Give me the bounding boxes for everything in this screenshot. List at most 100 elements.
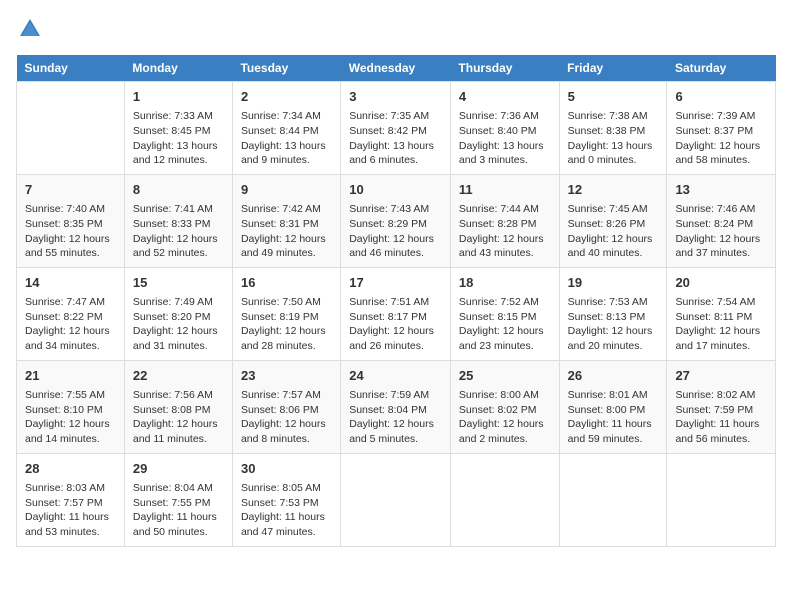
header-monday: Monday <box>124 55 232 82</box>
day-number: 5 <box>568 88 659 106</box>
cell-content: Sunrise: 7:47 AMSunset: 8:22 PMDaylight:… <box>25 295 116 354</box>
day-number: 14 <box>25 274 116 292</box>
cell-content: Sunrise: 7:41 AMSunset: 8:33 PMDaylight:… <box>133 202 224 261</box>
calendar-cell: 5 Sunrise: 7:38 AMSunset: 8:38 PMDaylight… <box>559 82 667 175</box>
cell-content: Sunrise: 8:00 AMSunset: 8:02 PMDaylight:… <box>459 388 551 447</box>
cell-content: Sunrise: 8:05 AMSunset: 7:53 PMDaylight:… <box>241 481 332 540</box>
day-number: 20 <box>675 274 767 292</box>
day-number: 9 <box>241 181 332 199</box>
cell-content: Sunrise: 8:01 AMSunset: 8:00 PMDaylight:… <box>568 388 659 447</box>
calendar-cell: 24 Sunrise: 7:59 AMSunset: 8:04 PMDayligh… <box>341 360 451 453</box>
day-number: 3 <box>349 88 442 106</box>
calendar-cell: 7 Sunrise: 7:40 AMSunset: 8:35 PMDaylight… <box>17 174 125 267</box>
week-row-0: 1 Sunrise: 7:33 AMSunset: 8:45 PMDaylight… <box>17 82 776 175</box>
day-number: 10 <box>349 181 442 199</box>
day-number: 16 <box>241 274 332 292</box>
calendar-cell <box>450 453 559 546</box>
cell-content: Sunrise: 7:40 AMSunset: 8:35 PMDaylight:… <box>25 202 116 261</box>
cell-content: Sunrise: 7:57 AMSunset: 8:06 PMDaylight:… <box>241 388 332 447</box>
calendar-cell: 29Sunrise: 8:04 AMSunset: 7:55 PMDayligh… <box>124 453 232 546</box>
day-number: 30 <box>241 460 332 478</box>
calendar-cell: 26Sunrise: 8:01 AMSunset: 8:00 PMDayligh… <box>559 360 667 453</box>
header-wednesday: Wednesday <box>341 55 451 82</box>
logo-icon <box>18 16 42 40</box>
calendar-cell: 16 Sunrise: 7:50 AMSunset: 8:19 PMDayligh… <box>232 267 340 360</box>
day-number: 17 <box>349 274 442 292</box>
cell-content: Sunrise: 7:50 AMSunset: 8:19 PMDaylight:… <box>241 295 332 354</box>
cell-content: Sunrise: 7:46 AMSunset: 8:24 PMDaylight:… <box>675 202 767 261</box>
cell-content: Sunrise: 7:36 AMSunset: 8:40 PMDaylight:… <box>459 109 551 168</box>
cell-content: Sunrise: 7:45 AMSunset: 8:26 PMDaylight:… <box>568 202 659 261</box>
calendar-cell: 21 Sunrise: 7:55 AMSunset: 8:10 PMDayligh… <box>17 360 125 453</box>
calendar-cell: 25 Sunrise: 8:00 AMSunset: 8:02 PMDayligh… <box>450 360 559 453</box>
calendar-cell: 6 Sunrise: 7:39 AMSunset: 8:37 PMDaylight… <box>667 82 776 175</box>
calendar-cell: 20 Sunrise: 7:54 AMSunset: 8:11 PMDayligh… <box>667 267 776 360</box>
calendar-cell: 3 Sunrise: 7:35 AMSunset: 8:42 PMDaylight… <box>341 82 451 175</box>
cell-content: Sunrise: 7:55 AMSunset: 8:10 PMDaylight:… <box>25 388 116 447</box>
day-number: 23 <box>241 367 332 385</box>
cell-content: Sunrise: 8:03 AMSunset: 7:57 PMDaylight:… <box>25 481 116 540</box>
cell-content: Sunrise: 7:33 AMSunset: 8:45 PMDaylight:… <box>133 109 224 168</box>
day-number: 25 <box>459 367 551 385</box>
calendar-cell: 15 Sunrise: 7:49 AMSunset: 8:20 PMDayligh… <box>124 267 232 360</box>
calendar-cell: 19 Sunrise: 7:53 AMSunset: 8:13 PMDayligh… <box>559 267 667 360</box>
calendar-cell: 14 Sunrise: 7:47 AMSunset: 8:22 PMDayligh… <box>17 267 125 360</box>
cell-content: Sunrise: 7:42 AMSunset: 8:31 PMDaylight:… <box>241 202 332 261</box>
calendar-cell: 13Sunrise: 7:46 AMSunset: 8:24 PMDayligh… <box>667 174 776 267</box>
calendar-cell: 8 Sunrise: 7:41 AMSunset: 8:33 PMDaylight… <box>124 174 232 267</box>
cell-content: Sunrise: 7:44 AMSunset: 8:28 PMDaylight:… <box>459 202 551 261</box>
cell-content: Sunrise: 7:49 AMSunset: 8:20 PMDaylight:… <box>133 295 224 354</box>
calendar-cell: 30 Sunrise: 8:05 AMSunset: 7:53 PMDayligh… <box>232 453 340 546</box>
page-header <box>16 16 776 45</box>
cell-content: Sunrise: 7:51 AMSunset: 8:17 PMDaylight:… <box>349 295 442 354</box>
calendar-cell: 27Sunrise: 8:02 AMSunset: 7:59 PMDayligh… <box>667 360 776 453</box>
cell-content: Sunrise: 7:56 AMSunset: 8:08 PMDaylight:… <box>133 388 224 447</box>
calendar-cell: 10 Sunrise: 7:43 AMSunset: 8:29 PMDayligh… <box>341 174 451 267</box>
calendar-cell: 2Sunrise: 7:34 AMSunset: 8:44 PMDaylight… <box>232 82 340 175</box>
cell-content: Sunrise: 7:35 AMSunset: 8:42 PMDaylight:… <box>349 109 442 168</box>
day-number: 4 <box>459 88 551 106</box>
cell-content: Sunrise: 7:54 AMSunset: 8:11 PMDaylight:… <box>675 295 767 354</box>
header-tuesday: Tuesday <box>232 55 340 82</box>
day-number: 7 <box>25 181 116 199</box>
day-number: 21 <box>25 367 116 385</box>
cell-content: Sunrise: 7:34 AMSunset: 8:44 PMDaylight:… <box>241 109 332 168</box>
calendar-cell: 23 Sunrise: 7:57 AMSunset: 8:06 PMDayligh… <box>232 360 340 453</box>
calendar-cell <box>667 453 776 546</box>
cell-content: Sunrise: 7:53 AMSunset: 8:13 PMDaylight:… <box>568 295 659 354</box>
day-number: 28 <box>25 460 116 478</box>
calendar-cell: 9 Sunrise: 7:42 AMSunset: 8:31 PMDaylight… <box>232 174 340 267</box>
calendar-header-row: SundayMondayTuesdayWednesdayThursdayFrid… <box>17 55 776 82</box>
calendar-cell <box>559 453 667 546</box>
header-friday: Friday <box>559 55 667 82</box>
day-number: 6 <box>675 88 767 106</box>
day-number: 24 <box>349 367 442 385</box>
day-number: 19 <box>568 274 659 292</box>
cell-content: Sunrise: 7:59 AMSunset: 8:04 PMDaylight:… <box>349 388 442 447</box>
cell-content: Sunrise: 7:43 AMSunset: 8:29 PMDaylight:… <box>349 202 442 261</box>
header-thursday: Thursday <box>450 55 559 82</box>
cell-content: Sunrise: 8:02 AMSunset: 7:59 PMDaylight:… <box>675 388 767 447</box>
day-number: 18 <box>459 274 551 292</box>
day-number: 29 <box>133 460 224 478</box>
calendar-cell: 12 Sunrise: 7:45 AMSunset: 8:26 PMDayligh… <box>559 174 667 267</box>
calendar-cell: 1 Sunrise: 7:33 AMSunset: 8:45 PMDaylight… <box>124 82 232 175</box>
week-row-4: 28 Sunrise: 8:03 AMSunset: 7:57 PMDayligh… <box>17 453 776 546</box>
logo-text <box>16 16 42 45</box>
logo <box>16 16 42 45</box>
cell-content: Sunrise: 7:39 AMSunset: 8:37 PMDaylight:… <box>675 109 767 168</box>
day-number: 22 <box>133 367 224 385</box>
day-number: 12 <box>568 181 659 199</box>
week-row-3: 21 Sunrise: 7:55 AMSunset: 8:10 PMDayligh… <box>17 360 776 453</box>
day-number: 8 <box>133 181 224 199</box>
cell-content: Sunrise: 7:38 AMSunset: 8:38 PMDaylight:… <box>568 109 659 168</box>
calendar-cell <box>17 82 125 175</box>
calendar-cell: 28 Sunrise: 8:03 AMSunset: 7:57 PMDayligh… <box>17 453 125 546</box>
header-saturday: Saturday <box>667 55 776 82</box>
calendar-cell: 22 Sunrise: 7:56 AMSunset: 8:08 PMDayligh… <box>124 360 232 453</box>
day-number: 11 <box>459 181 551 199</box>
calendar-table: SundayMondayTuesdayWednesdayThursdayFrid… <box>16 55 776 547</box>
day-number: 1 <box>133 88 224 106</box>
calendar-cell: 11 Sunrise: 7:44 AMSunset: 8:28 PMDayligh… <box>450 174 559 267</box>
day-number: 15 <box>133 274 224 292</box>
